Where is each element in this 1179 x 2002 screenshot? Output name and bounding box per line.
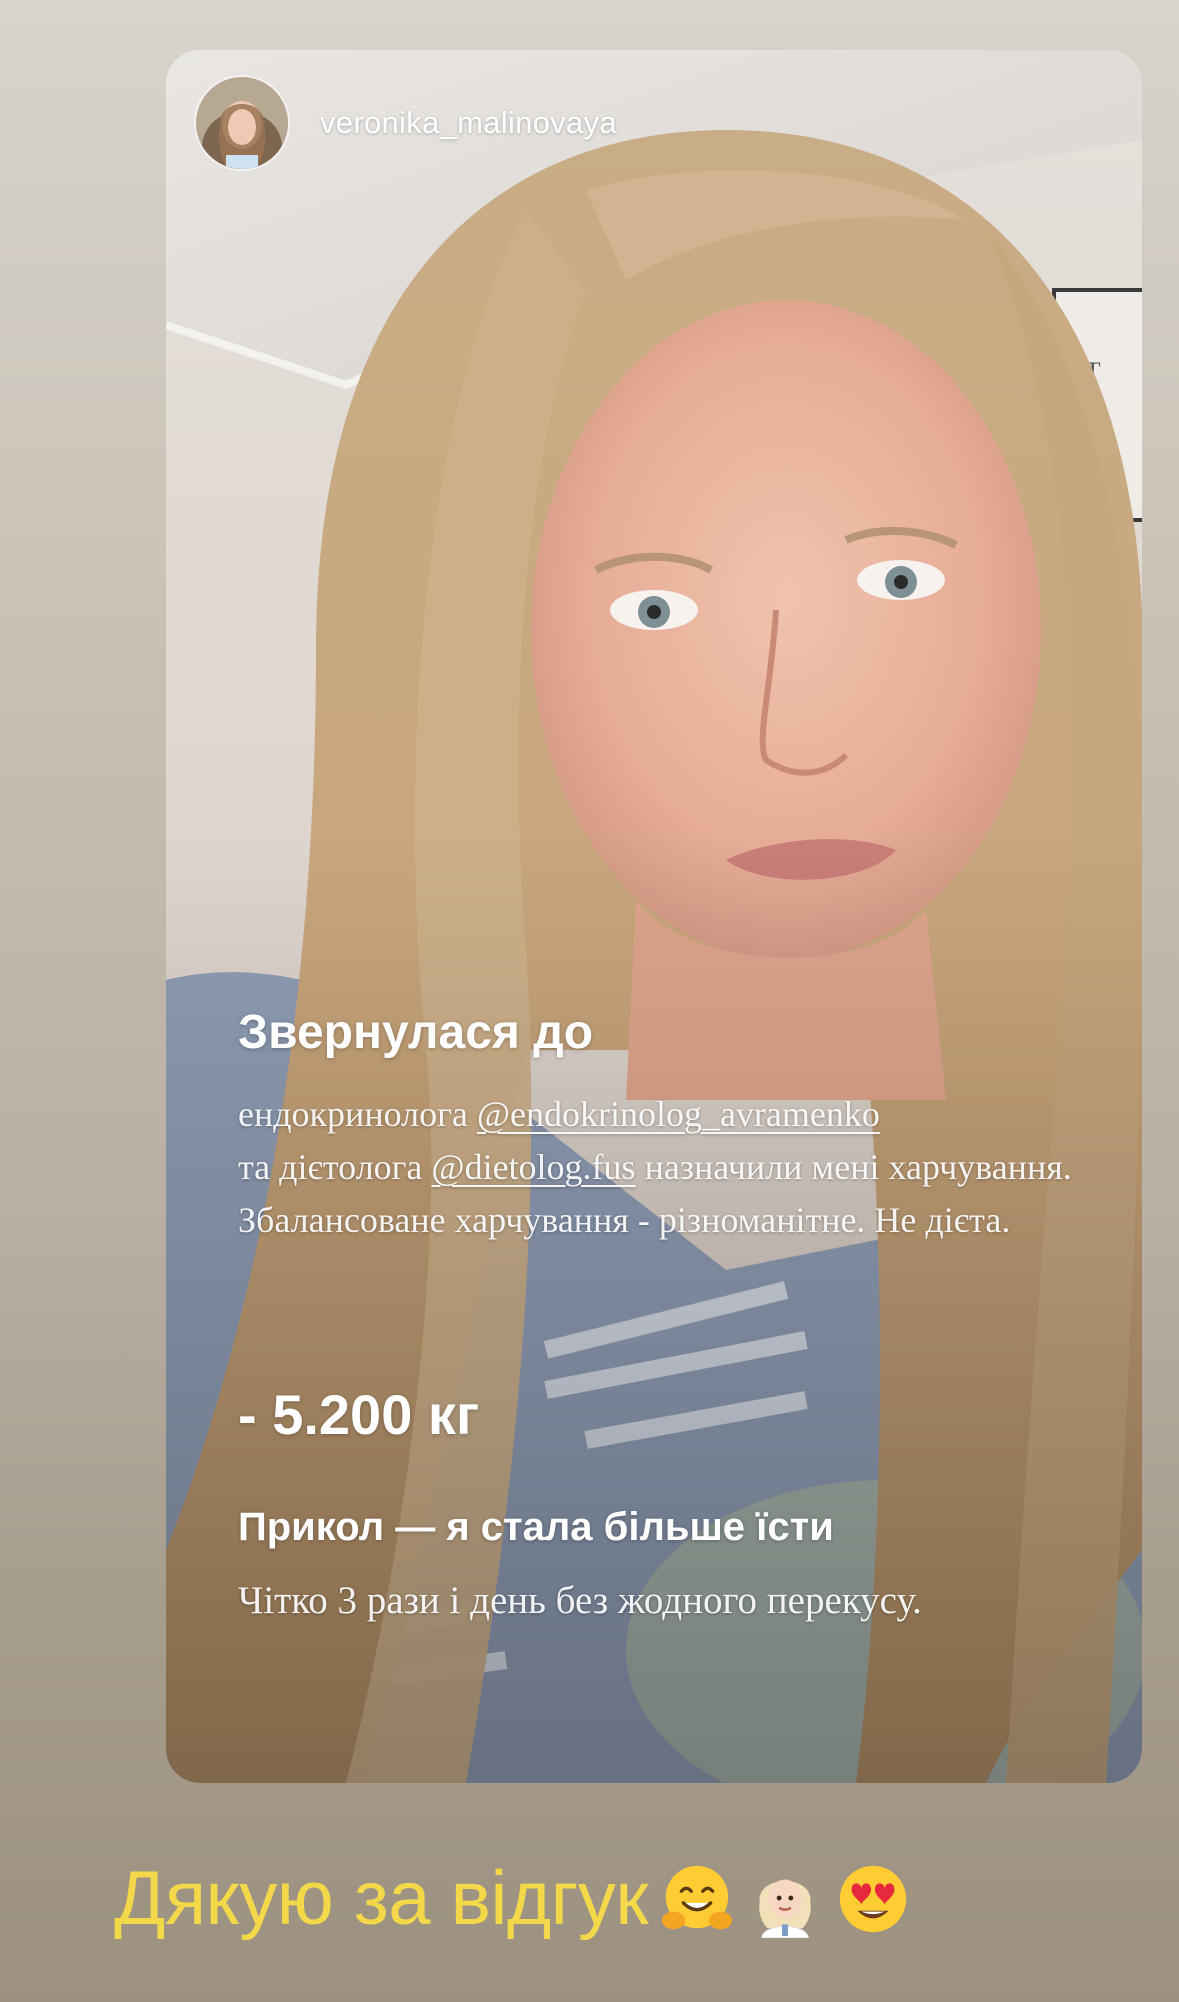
story-title: Звернулася до [238, 1006, 594, 1059]
mention-endokrinolog-link[interactable]: @endokrinolog_avramenko [477, 1094, 880, 1134]
avatar[interactable] [194, 75, 290, 171]
weight-change: - 5.200 кг [238, 1383, 480, 1446]
story-body-text: ендокринолога @endokrinolog_avramenko та… [238, 1088, 1082, 1247]
story-subtitle: Прикол — я стала більше їсти [238, 1505, 834, 1549]
story-card[interactable]: YT O [166, 50, 1142, 1783]
story-header[interactable]: veronika_malinovaya [194, 75, 617, 171]
body-text-part: та дієтолога [238, 1147, 432, 1187]
heart-eyes-face-icon [840, 1865, 907, 1932]
mention-dietolog-link[interactable]: @dietolog.fus [431, 1147, 635, 1187]
story-note: Чітко 3 рази і день без жодного перекусу… [238, 1579, 922, 1622]
woman-health-worker-icon [759, 1879, 811, 1938]
caption: Дякую за відгук [114, 1855, 912, 1942]
story-username[interactable]: veronika_malinovaya [320, 105, 617, 141]
hugging-face-icon [662, 1865, 733, 1929]
avatar-image [196, 77, 288, 169]
caption-text: Дякую за відгук [114, 1856, 649, 1941]
body-text-part: ендокринолога [238, 1094, 477, 1134]
